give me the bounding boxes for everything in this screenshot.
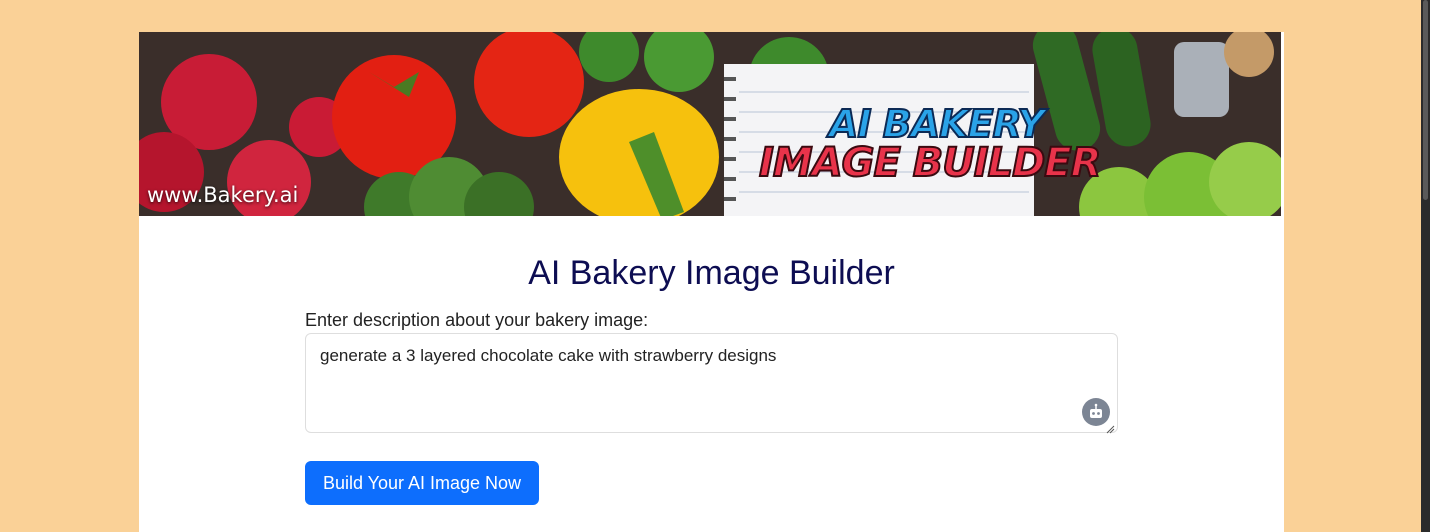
page-title: AI Bakery Image Builder [528, 254, 895, 292]
banner-vegetables-illustration [139, 32, 1281, 216]
scrollbar-thumb[interactable] [1423, 0, 1428, 200]
main-card: www.Bakery.ai AI BAKERY IMAGE BUILDER AI… [139, 32, 1284, 532]
description-textarea[interactable]: generate a 3 layered chocolate cake with… [305, 333, 1118, 434]
description-textarea-value[interactable]: generate a 3 layered chocolate cake with… [320, 346, 776, 366]
resize-grip-icon[interactable] [1106, 421, 1115, 434]
banner-image: www.Bakery.ai AI BAKERY IMAGE BUILDER [139, 32, 1281, 216]
page-scrollbar[interactable] [1421, 0, 1430, 532]
build-image-button[interactable]: Build Your AI Image Now [305, 461, 539, 505]
banner-site-url: www.Bakery.ai [147, 183, 299, 207]
description-label: Enter description about your bakery imag… [305, 310, 649, 330]
banner-title-line-2: IMAGE BUILDER [758, 139, 1102, 187]
